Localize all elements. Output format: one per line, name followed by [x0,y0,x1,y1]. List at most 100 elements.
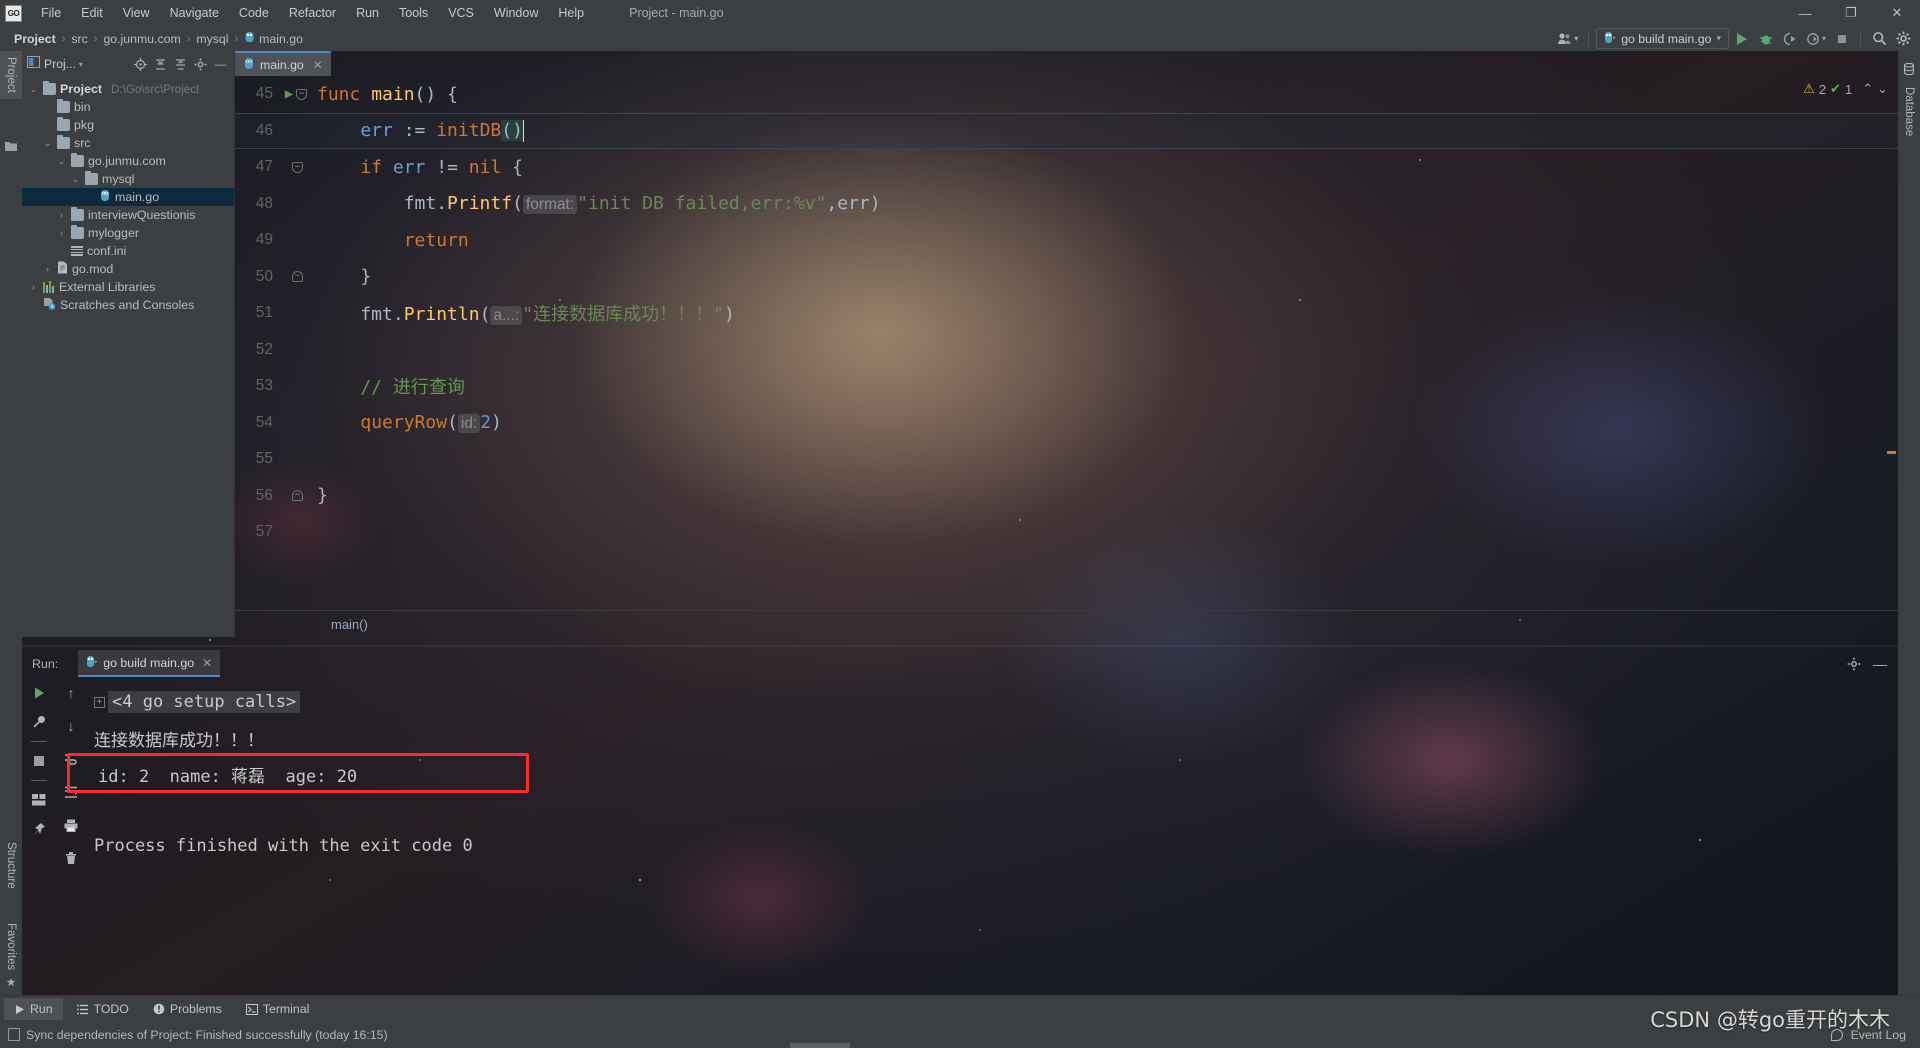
up-icon[interactable]: ↑ [61,683,81,703]
search-icon[interactable] [1868,28,1890,49]
locate-icon[interactable] [132,56,149,73]
collapse-all-icon[interactable] [172,56,189,73]
hide-icon[interactable]: — [1870,654,1890,674]
run-gutter-icon[interactable]: ▶ − [279,86,313,102]
run-configuration-selector[interactable]: go build main.go ▾ [1596,28,1729,49]
fold-gutter[interactable]: − [279,271,313,283]
stop-icon[interactable] [1831,28,1853,49]
trash-icon[interactable] [61,848,81,868]
menu-item-run[interactable]: Run [347,3,388,23]
code-line-50[interactable]: 50 − } [235,259,1898,296]
menu-item-refactor[interactable]: Refactor [280,3,345,23]
minimize-button[interactable]: — [1782,0,1828,26]
menu-item-navigate[interactable]: Navigate [161,3,228,23]
wrench-icon[interactable] [29,712,49,732]
sidebar-item-database[interactable]: Database [1898,57,1920,142]
close-icon[interactable]: ✕ [202,656,212,670]
tool-window-button-problems[interactable]: Problems [143,998,232,1020]
fold-gutter[interactable]: − [279,490,313,502]
gear-icon[interactable] [1892,28,1914,49]
fold-collapse-icon[interactable]: − [292,161,303,173]
tree-node-mylogger[interactable]: › mylogger [22,224,234,242]
run-coverage-icon[interactable] [1779,28,1801,49]
fold-end-icon[interactable]: − [292,490,303,502]
tree-node-go-mod[interactable]: › go.mod [22,260,234,278]
tree-node-interviewquestionis[interactable]: › interviewQuestionis [22,206,234,224]
editor-tab-main-go[interactable]: main.go ✕ [235,51,331,76]
close-icon[interactable]: ✕ [313,58,323,72]
menu-item-edit[interactable]: Edit [72,3,112,23]
layout-icon[interactable] [29,790,49,810]
close-button[interactable]: ✕ [1874,0,1920,26]
code-line-57[interactable]: 57 [235,514,1898,551]
fold-expand-icon[interactable]: + [94,696,105,708]
editor-breadcrumb[interactable]: main() [331,617,368,632]
menu-item-window[interactable]: Window [485,3,547,23]
fold-end-icon[interactable]: − [292,271,303,283]
code-line-51[interactable]: 51 fmt.Println(a...: "连接数据库成功！！！") [235,295,1898,332]
breadcrumb-item-go-junmu-com[interactable]: go.junmu.com [99,30,184,48]
gear-icon[interactable] [192,56,209,73]
chevron-down-icon[interactable]: ⌄ [70,174,81,185]
code-line-49[interactable]: 49 return [235,222,1898,259]
tree-node-external-libraries[interactable]: › External Libraries [22,278,234,296]
profile-icon[interactable]: ▾ [1803,28,1829,49]
code-line-54[interactable]: 54 queryRow(id: 2) [235,405,1898,442]
breadcrumb-item-src[interactable]: src [67,30,91,48]
tool-window-button-todo[interactable]: TODO [67,998,139,1020]
error-stripe-marker[interactable] [1887,451,1896,454]
code-line-47[interactable]: 47 − if err != nil { [235,149,1898,186]
hide-icon[interactable]: — [212,56,229,73]
code-line-55[interactable]: 55 [235,441,1898,478]
code-line-45[interactable]: 45 ▶ − func main() { [235,76,1898,113]
code-editor[interactable]: 45 ▶ − func main() {46 err := initDB() 47− i… [235,76,1898,610]
breadcrumb-item-main-go[interactable]: main.go [240,29,307,48]
expand-all-icon[interactable] [152,56,169,73]
tool-window-button-run[interactable]: Run [4,998,63,1020]
run-icon[interactable]: ▶ [285,86,293,102]
project-panel-title[interactable]: Proj... ▾ [44,57,83,71]
menu-item-help[interactable]: Help [549,3,593,23]
sidebar-item-project[interactable]: Project [0,51,22,99]
print-icon[interactable] [61,815,81,835]
menu-item-tools[interactable]: Tools [390,3,437,23]
code-line-52[interactable]: 52 [235,332,1898,369]
tree-node-bin[interactable]: bin [22,98,234,116]
tree-node-pkg[interactable]: pkg [22,116,234,134]
breadcrumb-item-mysql[interactable]: mysql [192,30,232,48]
run-tab[interactable]: go build main.go ✕ [78,650,221,677]
editor-run-splitter[interactable] [22,645,1898,647]
tree-node-mysql[interactable]: ⌄ mysql [22,170,234,188]
code-line-46[interactable]: 46 err := initDB() [235,112,1898,149]
tool-window-button-terminal[interactable]: Terminal [236,998,319,1020]
code-line-48[interactable]: 48 fmt.Printf(format: "init DB failed,err… [235,186,1898,223]
breadcrumb-item-project[interactable]: Project [10,30,60,48]
chevron-down-icon[interactable]: ⌄ [28,84,39,95]
stop-icon[interactable] [29,751,49,771]
sidebar-item-structure[interactable]: Structure [0,836,22,895]
menu-item-vcs[interactable]: VCS [439,3,483,23]
console-output[interactable]: + <4 go setup calls> 连接数据库成功！！！ id: 2 name:… [86,677,1898,995]
chevron-right-icon[interactable]: › [28,282,39,292]
run-icon[interactable] [1731,28,1753,49]
chevron-down-icon[interactable]: ⌄ [56,156,67,167]
pin-icon[interactable] [29,819,49,839]
tree-node-main-go[interactable]: main.go [22,188,234,206]
chevron-right-icon[interactable]: › [56,228,67,238]
fold-collapse-icon[interactable]: − [296,88,308,100]
down-icon[interactable]: ↓ [61,716,81,736]
menu-item-code[interactable]: Code [230,3,278,23]
code-line-53[interactable]: 53 // 进行查询 [235,368,1898,405]
tree-node-scratches-and-consoles[interactable]: Scratches and Consoles [22,296,234,314]
restore-button[interactable]: ❐ [1828,0,1874,26]
debug-icon[interactable] [1755,28,1777,49]
chevron-down-icon[interactable]: ⌄ [42,138,53,149]
user-group-icon[interactable]: ▾ [1554,28,1581,49]
tree-node-src[interactable]: ⌄ src [22,134,234,152]
chevron-right-icon[interactable]: › [42,264,53,274]
sidebar-item-favorites[interactable]: Favorites ★ [0,917,22,995]
tree-node-project[interactable]: ⌄ Project D:\Go\src\Project [22,80,234,98]
gear-icon[interactable] [1844,654,1864,674]
tree-node-go-junmu-com[interactable]: ⌄ go.junmu.com [22,152,234,170]
fold-gutter[interactable]: − [279,161,313,173]
